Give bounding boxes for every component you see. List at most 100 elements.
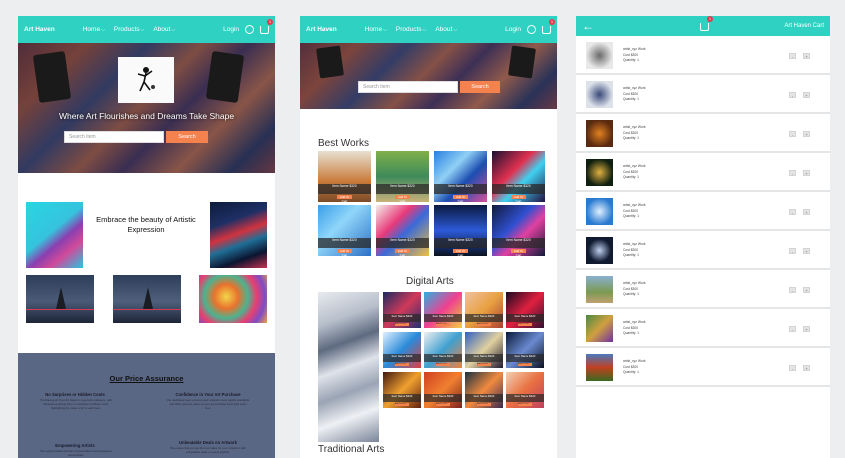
- digital-art-card[interactable]: Item Name $320 Add To Cart: [506, 372, 544, 408]
- increase-quantity-button[interactable]: +: [803, 364, 810, 371]
- search-button[interactable]: Search: [166, 131, 208, 143]
- back-arrow-icon[interactable]: ←: [582, 20, 594, 32]
- increase-quantity-button[interactable]: +: [803, 169, 810, 176]
- login-link[interactable]: Login: [505, 26, 521, 33]
- nav-home[interactable]: Home ⌵: [365, 26, 387, 33]
- digital-art-card[interactable]: Item Name $320 Add To Cart: [465, 372, 503, 408]
- digital-art-card[interactable]: Item Name $320 Add To Cart: [506, 292, 544, 328]
- decrease-quantity-button[interactable]: -: [789, 169, 796, 176]
- best-works-title: Best Works: [318, 138, 369, 149]
- add-to-cart-button[interactable]: Add To Cart: [395, 403, 409, 406]
- add-to-cart-button[interactable]: Add To Cart: [337, 195, 352, 202]
- card-label: Item Name $320: [424, 354, 462, 362]
- increase-quantity-button[interactable]: +: [803, 325, 810, 332]
- increase-quantity-button[interactable]: +: [803, 208, 810, 215]
- digital-art-card[interactable]: Item Name $320 Add To Cart: [424, 372, 462, 408]
- best-work-card[interactable]: Item Name $320 Add To Cart: [492, 205, 545, 256]
- decrease-quantity-button[interactable]: -: [789, 364, 796, 371]
- search-input[interactable]: Search item: [64, 131, 164, 143]
- navbar: Art Haven Home ⌵ Products ⌵ About ⌵ Login 1: [300, 16, 557, 43]
- digital-art-card[interactable]: Item Name $320 Add To Cart: [383, 372, 421, 408]
- best-work-card[interactable]: Item Name $320 Add To Cart: [376, 151, 429, 202]
- cart-item-row: artist_xyz Work Cost $300 Quantity: 1 - +: [576, 38, 830, 75]
- digital-art-card[interactable]: Item Name $320 Add To Cart: [424, 332, 462, 368]
- gear-icon[interactable]: [245, 25, 254, 34]
- add-to-cart-button[interactable]: Add To Cart: [477, 323, 491, 326]
- cart-item-row: artist_xyz Work Cost $300 Quantity: 1 - +: [576, 155, 830, 192]
- decrease-quantity-button[interactable]: -: [789, 91, 796, 98]
- nav-about[interactable]: About ⌵: [435, 26, 457, 33]
- add-to-cart-button[interactable]: Add To Cart: [477, 363, 491, 366]
- cart-icon[interactable]: 1: [260, 18, 273, 34]
- login-link[interactable]: Login: [223, 26, 239, 33]
- add-to-cart-button[interactable]: Add To Cart: [453, 249, 468, 256]
- add-to-cart-button[interactable]: Add To Cart: [395, 323, 409, 326]
- add-to-cart-button[interactable]: Add To Cart: [477, 403, 491, 406]
- decrease-quantity-button[interactable]: -: [789, 130, 796, 137]
- decrease-quantity-button[interactable]: -: [789, 247, 796, 254]
- increase-quantity-button[interactable]: +: [803, 52, 810, 59]
- decrease-quantity-button[interactable]: -: [789, 325, 796, 332]
- cart-item-name: artist_xyz Work: [623, 164, 646, 169]
- cart-item-name: artist_xyz Work: [623, 47, 646, 52]
- best-work-card[interactable]: Item Name $320 Add To Cart: [492, 151, 545, 202]
- shop-hero-banner: Search item Search: [300, 43, 557, 109]
- add-to-cart-button[interactable]: Add To Cart: [395, 195, 410, 202]
- add-to-cart-button[interactable]: Add To Cart: [518, 363, 532, 366]
- price-assurance-title: Our Price Assurance: [109, 374, 184, 383]
- card-label: Item Name $320: [424, 314, 462, 322]
- digital-art-card[interactable]: Item Name $320 Add To Cart: [383, 292, 421, 328]
- decrease-quantity-button[interactable]: -: [789, 52, 796, 59]
- search-button[interactable]: Search: [460, 81, 500, 93]
- increase-quantity-button[interactable]: +: [803, 130, 810, 137]
- increase-quantity-button[interactable]: +: [803, 286, 810, 293]
- add-to-cart-button[interactable]: Add To Cart: [436, 363, 450, 366]
- increase-quantity-button[interactable]: +: [803, 247, 810, 254]
- nav-about[interactable]: About ⌵: [153, 26, 175, 33]
- brand-logo[interactable]: Art Haven: [24, 26, 55, 33]
- card-label: Item Name $320: [383, 314, 421, 322]
- cart-item-row: artist_xyz Work Cost $300 Quantity: 1 - +: [576, 311, 830, 348]
- digital-art-card[interactable]: Item Name $320 Add To Cart: [424, 292, 462, 328]
- cart-icon[interactable]: 1: [700, 16, 713, 31]
- best-work-card[interactable]: Item Name $320 Add To Cart: [318, 151, 371, 202]
- cart-icon[interactable]: 1: [542, 18, 555, 34]
- add-to-cart-button[interactable]: Add To Cart: [395, 363, 409, 366]
- cart-item-name: artist_xyz Work: [623, 281, 646, 286]
- gear-icon[interactable]: [527, 25, 536, 34]
- assurance-title-1: No Surprises or Hidden Costs: [45, 392, 105, 397]
- hero-logo-image: [118, 57, 174, 103]
- search-input[interactable]: Search item: [358, 81, 458, 93]
- cart-item-name: artist_xyz Work: [623, 359, 646, 364]
- card-label: Item Name $320: [465, 354, 503, 362]
- cart-item-row: artist_xyz Work Cost $300 Quantity: 1 - +: [576, 272, 830, 309]
- add-to-cart-button[interactable]: Add To Cart: [518, 323, 532, 326]
- brand-logo[interactable]: Art Haven: [306, 26, 337, 33]
- decrease-quantity-button[interactable]: -: [789, 286, 796, 293]
- cart-item-row: artist_xyz Work Cost $300 Quantity: 1 - +: [576, 116, 830, 153]
- digital-art-card[interactable]: Item Name $320 Add To Cart: [383, 332, 421, 368]
- card-label: Item Name $320: [424, 394, 462, 402]
- add-to-cart-button[interactable]: Add To Cart: [436, 403, 450, 406]
- best-work-card[interactable]: Item Name $320 Add To Cart: [434, 205, 487, 256]
- best-work-card[interactable]: Item Name $320 Add To Cart: [434, 151, 487, 202]
- add-to-cart-button[interactable]: Add To Cart: [337, 249, 352, 256]
- add-to-cart-button[interactable]: Add To Cart: [511, 195, 526, 202]
- digital-art-card[interactable]: Item Name $320 Add To Cart: [506, 332, 544, 368]
- digital-art-card[interactable]: Item Name $320 Add To Cart: [465, 332, 503, 368]
- nav-products[interactable]: Products ⌵: [396, 26, 426, 33]
- digital-art-card[interactable]: Item Name $320 Add To Cart: [465, 292, 503, 328]
- best-work-card[interactable]: Item Name $320 Add To Cart: [318, 205, 371, 256]
- add-to-cart-button[interactable]: Add To Cart: [395, 249, 410, 256]
- add-to-cart-button[interactable]: Add To Cart: [518, 403, 532, 406]
- add-to-cart-button[interactable]: Add To Cart: [453, 195, 468, 202]
- nav-home[interactable]: Home ⌵: [83, 26, 105, 33]
- card-label: Item Name $320: [434, 184, 487, 194]
- decrease-quantity-button[interactable]: -: [789, 208, 796, 215]
- nav-products[interactable]: Products ⌵: [114, 26, 144, 33]
- add-to-cart-button[interactable]: Add To Cart: [436, 323, 450, 326]
- cart-item-quantity: Quantity: 1: [623, 214, 639, 219]
- add-to-cart-button[interactable]: Add To Cart: [511, 249, 526, 256]
- increase-quantity-button[interactable]: +: [803, 91, 810, 98]
- best-work-card[interactable]: Item Name $320 Add To Cart: [376, 205, 429, 256]
